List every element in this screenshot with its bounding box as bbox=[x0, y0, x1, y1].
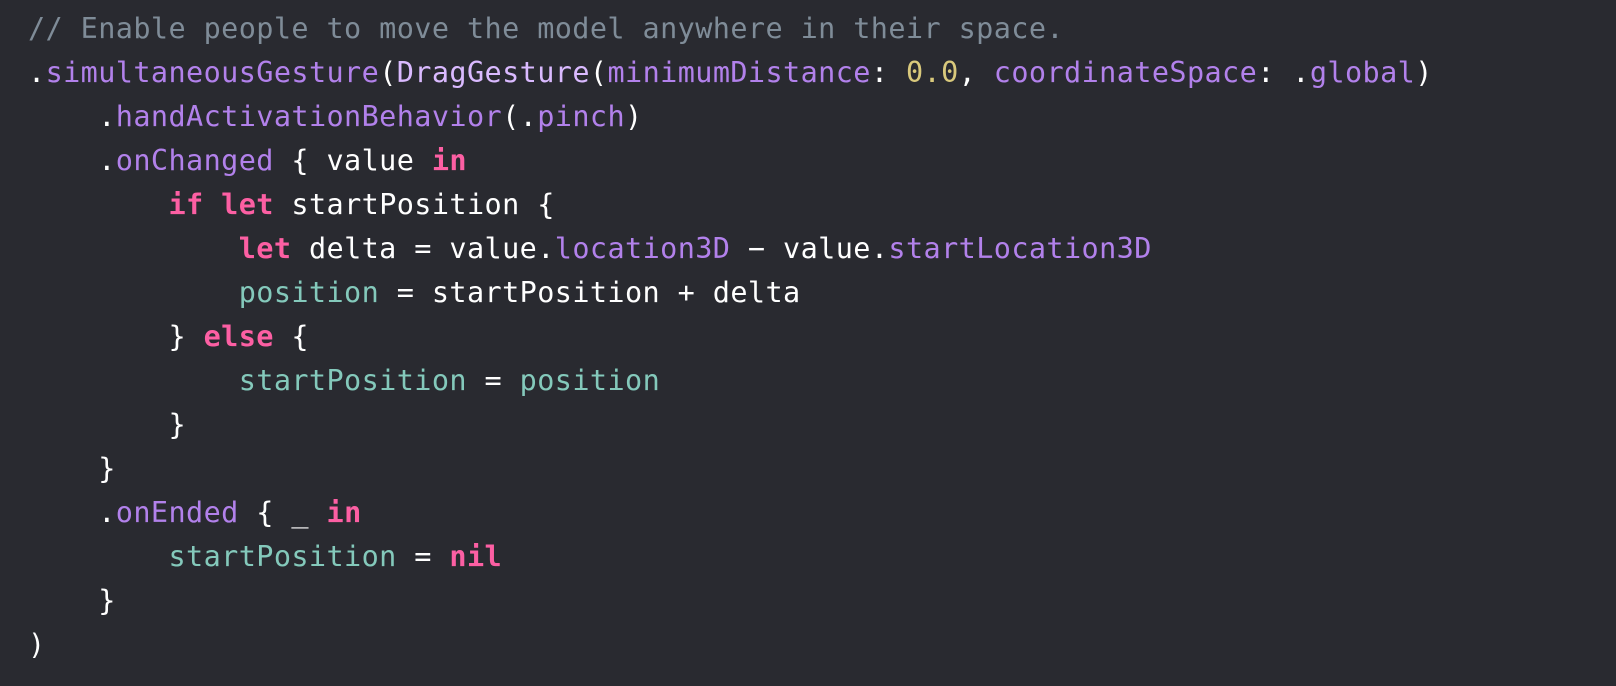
code-line[interactable]: position = startPosition + delta bbox=[28, 271, 1616, 315]
code-line[interactable]: } else { bbox=[28, 315, 1616, 359]
code-token-plain: = bbox=[466, 364, 520, 397]
code-line[interactable]: .onChanged { value in bbox=[28, 139, 1616, 183]
code-token-plain: } bbox=[98, 452, 116, 485]
code-token-kw: nil bbox=[449, 540, 503, 573]
code-token-fn: onChanged bbox=[115, 144, 274, 177]
code-token-plain: } bbox=[168, 408, 187, 441]
code-token-fn: startLocation3D bbox=[888, 232, 1152, 265]
code-token-kw: if bbox=[168, 188, 204, 221]
code-token-plain: ) bbox=[28, 628, 46, 661]
code-line[interactable]: } bbox=[28, 579, 1616, 623]
code-token-plain: . bbox=[28, 56, 46, 89]
code-token-plain: { bbox=[273, 320, 309, 353]
code-token-plain: ( bbox=[379, 56, 397, 89]
code-token-fn: coordinateSpace bbox=[993, 56, 1258, 89]
code-token-plain: delta = value. bbox=[291, 232, 555, 265]
code-token-plain: ( bbox=[589, 56, 608, 89]
code-token-fn: global bbox=[1309, 56, 1416, 89]
code-line[interactable]: // Enable people to move the model anywh… bbox=[28, 7, 1616, 51]
code-token-prop: position bbox=[519, 364, 661, 397]
code-token-plain: , bbox=[958, 56, 994, 89]
code-token-fn: pinch bbox=[537, 100, 626, 133]
code-token-prop: position bbox=[238, 276, 380, 309]
code-line[interactable]: startPosition = position bbox=[28, 359, 1616, 403]
code-token-plain: = startPosition + delta bbox=[379, 276, 801, 309]
code-token-fn: minimumDistance bbox=[607, 56, 871, 89]
code-token-type: DragGesture bbox=[396, 56, 590, 89]
code-line[interactable]: let delta = value.location3D − value.sta… bbox=[28, 227, 1616, 271]
code-token-prop: startPosition bbox=[238, 364, 467, 397]
code-line[interactable]: startPosition = nil bbox=[28, 535, 1616, 579]
code-token-fn: simultaneousGesture bbox=[45, 56, 380, 89]
code-token-plain: . bbox=[98, 496, 116, 529]
code-token-fn: handActivationBehavior bbox=[115, 100, 503, 133]
code-line[interactable]: } bbox=[28, 447, 1616, 491]
code-token-plain: } bbox=[98, 584, 116, 617]
code-token-plain: : bbox=[870, 56, 906, 89]
code-line[interactable]: .onEnded { _ in bbox=[28, 491, 1616, 535]
code-token-prop: startPosition bbox=[168, 540, 397, 573]
code-line[interactable]: if let startPosition { bbox=[28, 183, 1616, 227]
code-token-plain: (. bbox=[502, 100, 538, 133]
code-token-kw: let bbox=[238, 232, 292, 265]
code-token-plain: : . bbox=[1257, 56, 1310, 89]
code-line[interactable]: .simultaneousGesture(DragGesture(minimum… bbox=[28, 51, 1616, 95]
code-token-plain: ) bbox=[1415, 56, 1433, 89]
code-token-num: 0.0 bbox=[905, 56, 959, 89]
code-line[interactable]: ) bbox=[28, 623, 1616, 667]
code-token-kw: else bbox=[203, 320, 274, 353]
code-token-comment: // Enable people to move the model anywh… bbox=[28, 12, 1064, 45]
code-token-plain: startPosition { bbox=[273, 188, 555, 221]
code-token-plain: . bbox=[98, 100, 116, 133]
code-token-plain: ) bbox=[625, 100, 643, 133]
code-editor[interactable]: // Enable people to move the model anywh… bbox=[0, 0, 1616, 686]
code-token-plain: . bbox=[98, 144, 116, 177]
code-line[interactable]: .handActivationBehavior(.pinch) bbox=[28, 95, 1616, 139]
code-token-kw: in bbox=[431, 144, 467, 177]
code-token-plain: − value. bbox=[730, 232, 889, 265]
code-token-fn: onEnded bbox=[115, 496, 239, 529]
code-token-plain: { value bbox=[273, 144, 432, 177]
code-token-plain: { _ bbox=[238, 496, 327, 529]
code-token-fn: location3D bbox=[554, 232, 731, 265]
code-token-plain: } bbox=[168, 320, 204, 353]
code-token-kw: in bbox=[326, 496, 362, 529]
code-token-plain: = bbox=[396, 540, 450, 573]
code-block: // Enable people to move the model anywh… bbox=[28, 7, 1616, 667]
code-token-kw: let bbox=[221, 188, 274, 221]
code-line[interactable]: } bbox=[28, 403, 1616, 447]
